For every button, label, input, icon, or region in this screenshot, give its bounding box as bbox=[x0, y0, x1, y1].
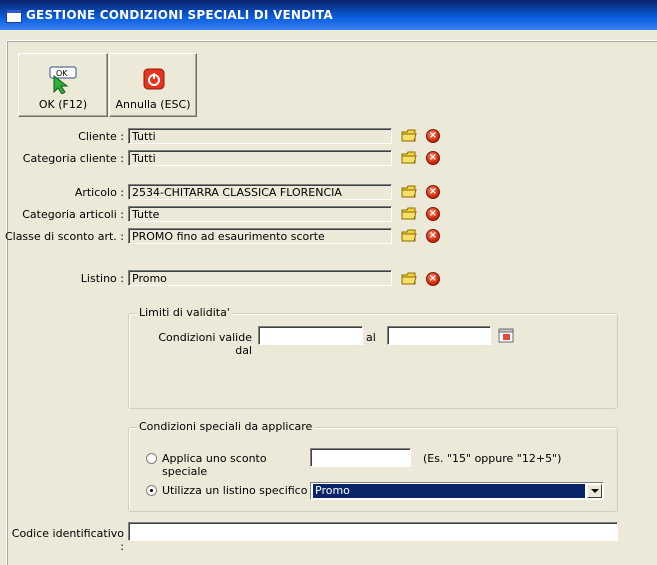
categoria-articoli-field[interactable]: Tutte bbox=[128, 206, 392, 222]
articolo-label: Articolo : bbox=[74, 186, 124, 199]
valid-to-input[interactable] bbox=[387, 326, 491, 345]
categoria-cliente-field[interactable]: Tutti bbox=[128, 150, 392, 166]
clear-articolo-icon[interactable]: × bbox=[426, 185, 440, 199]
pricelist-radio-label: Utilizza un listino specifico bbox=[162, 484, 308, 497]
clear-cliente-icon[interactable]: × bbox=[426, 129, 440, 143]
ok-button[interactable]: OK OK (F12) bbox=[18, 53, 108, 117]
ok-button-label: OK (F12) bbox=[38, 98, 88, 111]
articolo-field[interactable]: 2534-CHITARRA CLASSICA FLORENCIA bbox=[128, 184, 392, 200]
svg-text:OK: OK bbox=[56, 69, 68, 78]
chevron-down-icon[interactable] bbox=[587, 484, 602, 498]
clear-classe-sconto-icon[interactable]: × bbox=[426, 229, 440, 243]
folder-icon[interactable] bbox=[401, 207, 417, 221]
valid-from-input[interactable] bbox=[258, 326, 363, 345]
discount-hint: (Es. "15" oppure "12+5") bbox=[423, 452, 562, 465]
valid-from-label: Condizioni valide dal bbox=[158, 331, 252, 357]
listino-field[interactable]: Promo bbox=[128, 270, 392, 286]
identifier-label: Codice identificativo : bbox=[11, 527, 124, 553]
clear-listino-icon[interactable]: × bbox=[426, 272, 440, 286]
cancel-button[interactable]: Annulla (ESC) bbox=[109, 53, 197, 117]
folder-icon[interactable] bbox=[401, 185, 417, 199]
clear-categoria-articoli-icon[interactable]: × bbox=[426, 207, 440, 221]
power-off-icon bbox=[143, 68, 165, 90]
classe-sconto-label: Classe di sconto art. : bbox=[4, 230, 124, 243]
conditions-group-title: Condizioni speciali da applicare bbox=[137, 420, 315, 433]
discount-radio[interactable] bbox=[146, 453, 157, 464]
clear-categoria-cliente-icon[interactable]: × bbox=[426, 151, 440, 165]
folder-icon[interactable] bbox=[401, 229, 417, 243]
categoria-cliente-label: Categoria cliente : bbox=[22, 152, 124, 165]
calendar-icon[interactable] bbox=[498, 327, 514, 343]
categoria-articoli-label: Categoria articoli : bbox=[22, 208, 124, 221]
validity-group-title: Limiti di validita' bbox=[137, 306, 232, 319]
window-icon bbox=[6, 9, 22, 23]
folder-icon[interactable] bbox=[401, 151, 417, 165]
pricelist-select[interactable]: Promo bbox=[310, 482, 604, 500]
validity-group: Limiti di validita' bbox=[128, 306, 618, 409]
pricelist-select-value: Promo bbox=[313, 484, 585, 498]
cliente-label: Cliente : bbox=[78, 130, 124, 143]
window-title: GESTIONE CONDIZIONI SPECIALI DI VENDITA bbox=[26, 8, 333, 22]
folder-icon[interactable] bbox=[401, 272, 417, 286]
ok-check-icon: OK bbox=[49, 66, 77, 94]
listino-label: Listino : bbox=[80, 272, 124, 285]
discount-radio-label: Applica uno sconto speciale bbox=[162, 452, 267, 478]
discount-input[interactable] bbox=[310, 448, 411, 467]
identifier-input[interactable] bbox=[128, 522, 618, 541]
folder-icon[interactable] bbox=[401, 129, 417, 143]
pricelist-radio[interactable] bbox=[146, 485, 157, 496]
cancel-button-label: Annulla (ESC) bbox=[115, 98, 191, 111]
valid-to-label: al bbox=[366, 331, 376, 344]
classe-sconto-field[interactable]: PROMO fino ad esaurimento scorte bbox=[128, 228, 392, 244]
title-bar[interactable]: GESTIONE CONDIZIONI SPECIALI DI VENDITA bbox=[0, 0, 657, 30]
cliente-field[interactable]: Tutti bbox=[128, 128, 392, 144]
